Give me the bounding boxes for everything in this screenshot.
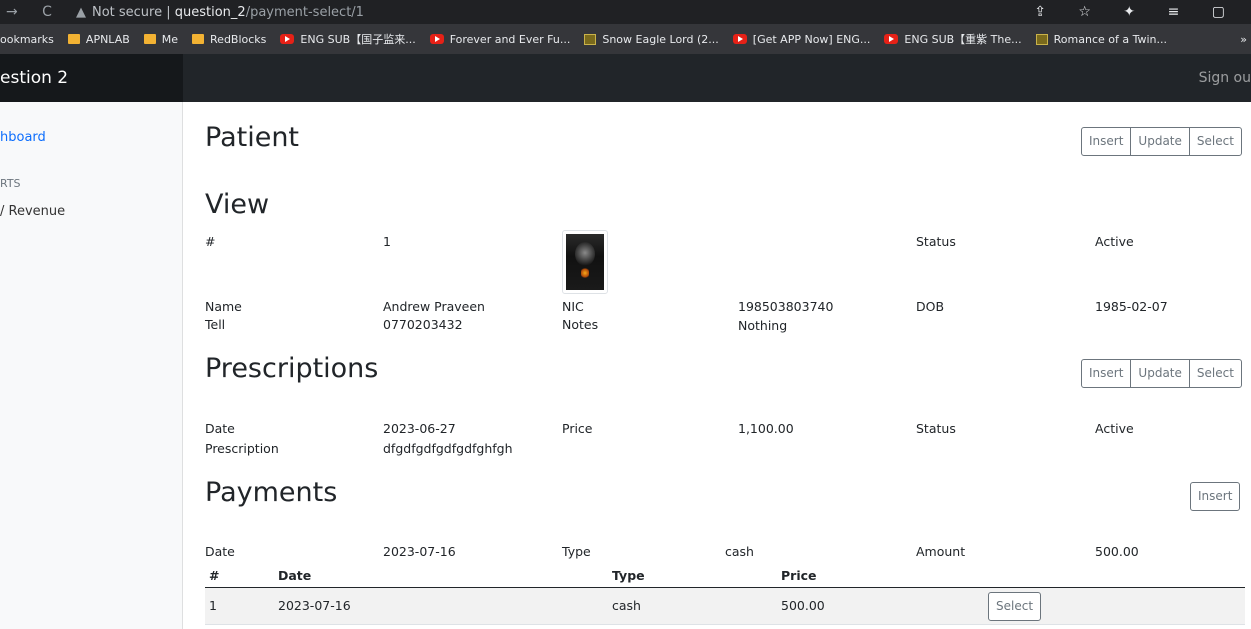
view-dob-label: DOB bbox=[916, 299, 945, 314]
youtube-icon bbox=[732, 34, 747, 44]
bookmark-item[interactable]: ookmarks bbox=[0, 33, 54, 46]
prescription-date-value: 2023-06-27 bbox=[383, 421, 456, 436]
warning-icon: ▲ bbox=[75, 4, 86, 20]
sign-out-link[interactable]: Sign ou bbox=[1199, 54, 1251, 102]
view-nic-value: 198503803740 bbox=[738, 299, 834, 314]
view-id-value: 1 bbox=[383, 234, 391, 249]
patient-photo bbox=[562, 230, 608, 294]
game-icon bbox=[1035, 33, 1048, 45]
row-number: 1 bbox=[209, 598, 217, 613]
bookmark-item[interactable]: RedBlocks bbox=[192, 33, 266, 46]
bookmark-item[interactable]: Me bbox=[143, 33, 178, 46]
bookmarks-bar: ookmarks APNLAB Me RedBlocks ENG SUB【国子监… bbox=[0, 24, 1251, 54]
prescription-date-label: Date bbox=[205, 421, 235, 436]
prescriptions-insert-button[interactable]: Insert bbox=[1081, 359, 1132, 388]
table-header-price: Price bbox=[781, 568, 817, 583]
prescriptions-select-button[interactable]: Select bbox=[1188, 359, 1242, 388]
sidebar-heading-reports: RTS bbox=[0, 177, 21, 190]
prescription-text-value: dfgdfgdfgdfgdfghfgh bbox=[383, 441, 513, 456]
prescription-text-label: Prescription bbox=[205, 441, 279, 456]
bookmark-item[interactable]: ENG SUB【重紫 The... bbox=[884, 31, 1022, 47]
view-notes-label: Notes bbox=[562, 317, 599, 332]
table-row: 1 2023-07-16 cash 500.00 Select bbox=[205, 587, 1245, 625]
view-name-label: Name bbox=[205, 299, 242, 314]
view-title: View bbox=[205, 189, 270, 220]
prescription-price-value: 1,100.00 bbox=[738, 421, 794, 436]
patient-update-button[interactable]: Update bbox=[1130, 127, 1190, 156]
youtube-icon bbox=[884, 34, 899, 44]
payments-title: Payments bbox=[205, 477, 338, 508]
payment-type-label: Type bbox=[562, 544, 591, 559]
view-name-value: Andrew Praveen bbox=[383, 299, 485, 314]
view-nic-label: NIC bbox=[562, 299, 584, 314]
bookmark-item[interactable]: APNLAB bbox=[67, 33, 130, 46]
view-tell-value: 0770203432 bbox=[383, 317, 463, 332]
prescriptions-update-button[interactable]: Update bbox=[1130, 359, 1190, 388]
bookmark-item[interactable]: [Get APP Now] ENG... bbox=[732, 33, 870, 46]
table-header-number: # bbox=[209, 568, 220, 583]
row-date: 2023-07-16 bbox=[278, 598, 351, 613]
lion-portrait-image bbox=[566, 234, 604, 290]
folder-icon bbox=[143, 34, 156, 44]
url-path[interactable]: /payment-select/1 bbox=[246, 5, 364, 20]
back-reload-icons[interactable]: → C bbox=[6, 4, 62, 20]
view-dob-value: 1985-02-07 bbox=[1095, 299, 1168, 314]
youtube-icon bbox=[429, 34, 444, 44]
prescriptions-title: Prescriptions bbox=[205, 353, 379, 384]
payment-amount-value: 500.00 bbox=[1095, 544, 1139, 559]
bookmark-item[interactable]: Snow Eagle Lord (2... bbox=[584, 33, 719, 46]
payment-amount-label: Amount bbox=[916, 544, 966, 559]
bookmark-item[interactable]: ENG SUB【国子监来... bbox=[280, 31, 416, 47]
folder-icon bbox=[192, 34, 205, 44]
prescription-status-label: Status bbox=[916, 421, 956, 436]
row-type: cash bbox=[612, 598, 641, 613]
sidebar: hboard RTS / Revenue bbox=[0, 102, 183, 629]
table-header-date: Date bbox=[278, 568, 312, 583]
prescription-status-value: Active bbox=[1095, 421, 1134, 436]
prescriptions-button-group: Insert Update Select bbox=[1081, 359, 1242, 388]
table-header-type: Type bbox=[612, 568, 645, 583]
browser-toolbar-icons[interactable]: ⇪ ☆ ✦ ≡ ▢ bbox=[1034, 4, 1239, 20]
view-notes-value: Nothing bbox=[738, 318, 788, 333]
chevron-right-icon[interactable]: » bbox=[1240, 33, 1247, 46]
view-status-value: Active bbox=[1095, 234, 1134, 249]
bookmark-item[interactable]: Forever and Ever Fu... bbox=[429, 33, 570, 46]
folder-icon bbox=[67, 34, 80, 44]
payments-insert-button[interactable]: Insert bbox=[1190, 482, 1241, 511]
browser-address-bar: → C ▲ Not secure | question_2 /payment-s… bbox=[0, 0, 1251, 24]
youtube-icon bbox=[280, 34, 295, 44]
sidebar-item-revenue[interactable]: / Revenue bbox=[0, 204, 65, 219]
payment-date-value: 2023-07-16 bbox=[383, 544, 456, 559]
payment-type-value: cash bbox=[725, 544, 754, 559]
patient-select-button[interactable]: Select bbox=[1188, 127, 1242, 156]
sidebar-item-dashboard[interactable]: hboard bbox=[0, 130, 46, 145]
view-tell-label: Tell bbox=[205, 317, 226, 332]
security-text: Not secure bbox=[91, 4, 163, 20]
prescription-price-label: Price bbox=[562, 421, 593, 436]
page-title: Patient bbox=[205, 122, 300, 153]
row-price: 500.00 bbox=[781, 598, 825, 613]
url-host[interactable]: question_2 bbox=[175, 5, 246, 20]
view-status-label: Status bbox=[916, 234, 956, 249]
payment-date-label: Date bbox=[205, 544, 235, 559]
game-icon bbox=[584, 33, 597, 45]
app-navbar: estion 2 Sign ou bbox=[0, 54, 1251, 102]
navbar-brand[interactable]: estion 2 bbox=[0, 54, 183, 102]
patient-insert-button[interactable]: Insert bbox=[1081, 127, 1132, 156]
view-id-label: # bbox=[205, 234, 216, 249]
patient-button-group: Insert Update Select bbox=[1081, 127, 1242, 156]
row-select-button[interactable]: Select bbox=[988, 592, 1042, 621]
bookmark-item[interactable]: Romance of a Twin... bbox=[1035, 33, 1167, 46]
